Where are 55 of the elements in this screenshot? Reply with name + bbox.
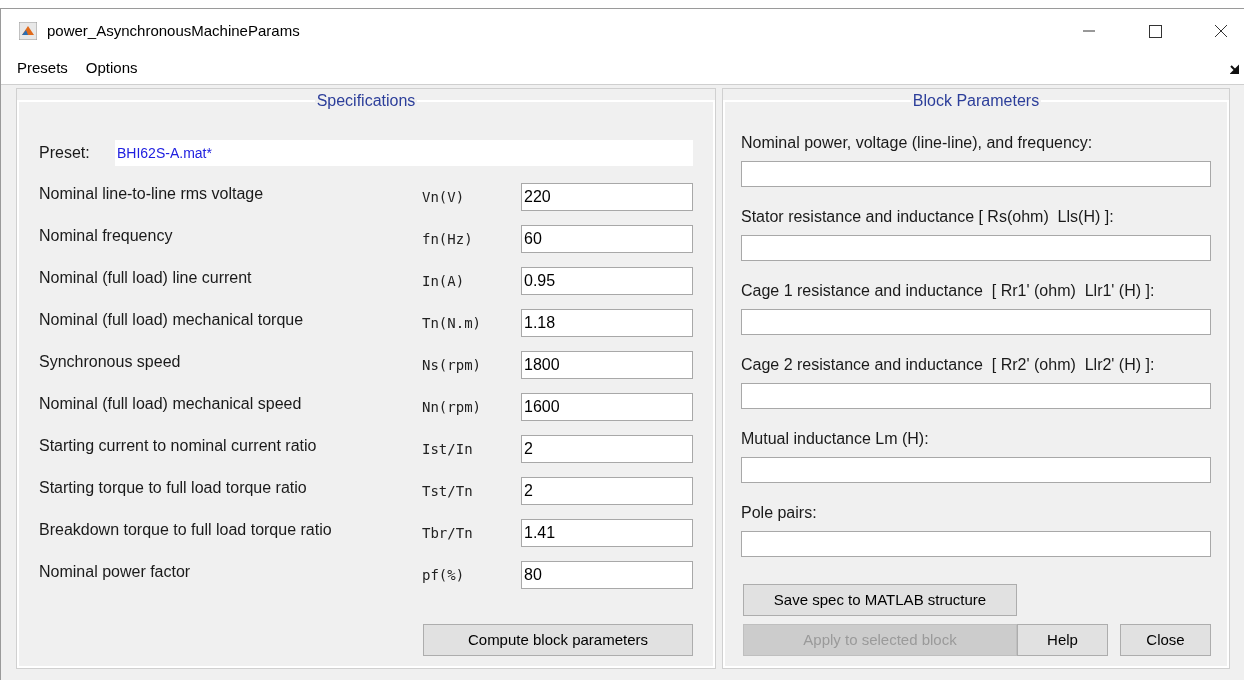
preset-label: Preset: <box>39 143 91 163</box>
field-label: Nominal power, voltage (line-line), and frequency: <box>741 133 1094 153</box>
parameter-label: Nominal power factor <box>39 562 192 582</box>
parameter-input[interactable] <box>741 531 1211 557</box>
parameter-input[interactable]: 80 <box>521 561 693 589</box>
parameter-input[interactable]: 0.95 <box>521 267 693 295</box>
field-label: Pole pairs: <box>741 503 818 523</box>
parameter-input[interactable]: 1800 <box>521 351 693 379</box>
parameter-symbol: Vn(V) <box>422 187 466 207</box>
parameter-input[interactable]: 2 <box>521 435 693 463</box>
parameter-label: Nominal frequency <box>39 226 174 246</box>
parameter-input[interactable]: 1.18 <box>521 309 693 337</box>
parameter-symbol: Tst/Tn <box>422 481 474 501</box>
dock-arrow-icon[interactable] <box>1230 63 1240 74</box>
field-label: Stator resistance and inductance [ Rs(ohm) Lls(H) ]: <box>741 207 1115 227</box>
parameter-input[interactable] <box>741 161 1211 187</box>
parameter-label: Starting torque to full load torque ratio <box>39 478 308 498</box>
parameter-symbol: pf(%) <box>422 565 466 585</box>
field-label: Cage 1 resistance and inductance [ Rr1' (ohm) Llr1' (H) ]: <box>741 281 1156 301</box>
help-button[interactable]: Help <box>1017 624 1108 656</box>
close-button[interactable]: Close <box>1120 624 1211 656</box>
field-label: Cage 2 resistance and inductance [ Rr2' (ohm) Llr2' (H) ]: <box>741 355 1156 375</box>
parameter-label: Starting current to nominal current ratio <box>39 436 318 456</box>
parameter-symbol: Ist/In <box>422 439 474 459</box>
parameter-input[interactable]: 60 <box>521 225 693 253</box>
panel-title: Block Parameters <box>911 91 1041 111</box>
parameter-symbol: Tbr/Tn <box>422 523 474 543</box>
parameter-input[interactable]: 2 <box>521 477 693 505</box>
field-label: Mutual inductance Lm (H): <box>741 429 930 449</box>
parameter-label: Nominal line-to-line rms voltage <box>39 184 265 204</box>
parameter-input[interactable]: 1600 <box>521 393 693 421</box>
preset-value: BHI62S-A.mat* <box>115 140 693 166</box>
menu-item[interactable]: Options <box>85 57 138 80</box>
parameter-label: Synchronous speed <box>39 352 182 372</box>
parameter-input[interactable]: 220 <box>521 183 693 211</box>
app-icon <box>19 22 37 40</box>
parameter-input[interactable] <box>741 309 1211 335</box>
parameter-symbol: fn(Hz) <box>422 229 474 249</box>
parameter-symbol: Nn(rpm) <box>422 397 482 417</box>
parameter-input[interactable] <box>741 383 1211 409</box>
parameter-input[interactable] <box>741 457 1211 483</box>
parameter-symbol: In(A) <box>422 271 466 291</box>
parameter-symbol: Ns(rpm) <box>422 355 482 375</box>
parameter-symbol: Tn(N.m) <box>422 313 482 333</box>
parameter-label: Breakdown torque to full load torque ratio <box>39 520 333 540</box>
parameter-input[interactable] <box>741 235 1211 261</box>
window-title: power_AsynchronousMachineParams <box>47 20 300 41</box>
save-button[interactable]: Save spec to MATLAB structure <box>743 584 1017 616</box>
parameter-input[interactable]: 1.41 <box>521 519 693 547</box>
parameter-label: Nominal (full load) mechanical speed <box>39 394 303 414</box>
parameter-label: Nominal (full load) line current <box>39 268 253 288</box>
parameter-label: Nominal (full load) mechanical torque <box>39 310 305 330</box>
panel-title: Specifications <box>315 91 417 111</box>
menu-item[interactable]: Presets <box>17 57 68 80</box>
compute-button[interactable]: Compute block parameters <box>423 624 693 656</box>
